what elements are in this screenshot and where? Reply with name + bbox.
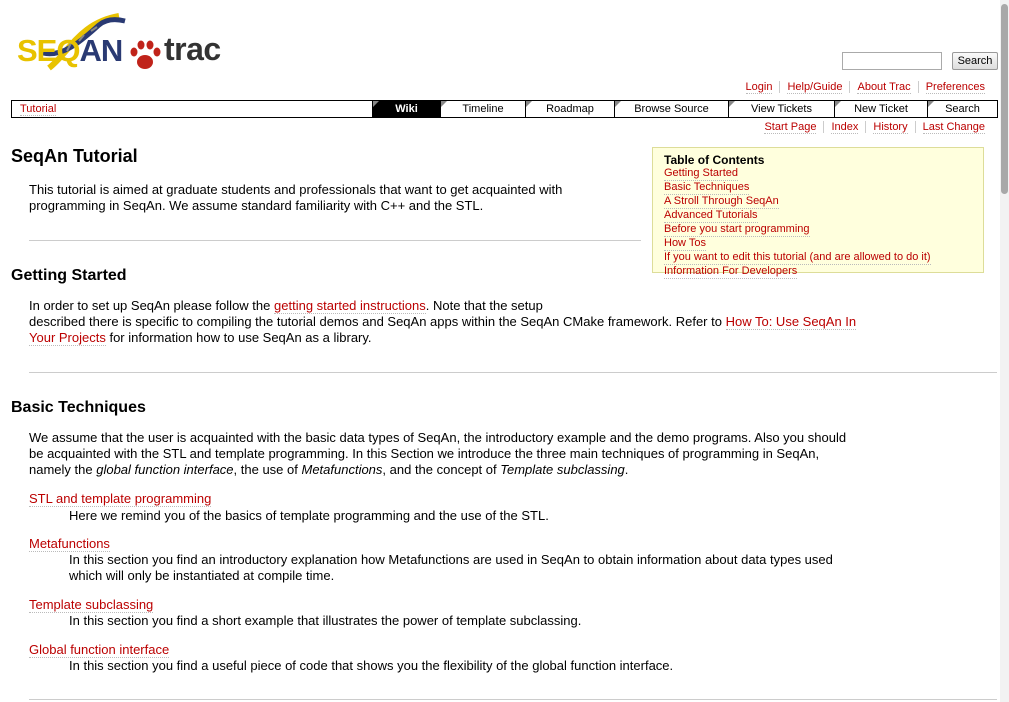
- page-title: SeqAn Tutorial: [11, 146, 138, 166]
- tab-view-tickets[interactable]: View Tickets: [728, 101, 834, 117]
- search-input[interactable]: [842, 52, 942, 70]
- toc-link-basic-techniques[interactable]: Basic Techniques: [664, 181, 750, 195]
- basic-techniques-line-1: We assume that the user is acquainted wi…: [29, 430, 847, 445]
- metafunctions-link[interactable]: Metafunctions: [29, 536, 110, 552]
- preferences-link[interactable]: Preferences: [925, 81, 985, 94]
- tab-new-ticket[interactable]: New Ticket: [834, 101, 927, 117]
- index-link[interactable]: Index: [831, 121, 859, 134]
- last-change-link[interactable]: Last Change: [922, 121, 985, 134]
- global-function-interface-desc: In this section you find a useful piece …: [69, 658, 674, 673]
- toc-link-getting-started[interactable]: Getting Started: [664, 167, 738, 181]
- history-link[interactable]: History: [873, 121, 908, 134]
- stl-template-desc: Here we remind you of the basics of temp…: [69, 508, 549, 523]
- getting-started-instructions-link[interactable]: getting started instructions: [274, 298, 426, 314]
- tab-timeline[interactable]: Timeline: [440, 101, 525, 117]
- toc-link-how-tos[interactable]: How Tos: [664, 237, 706, 251]
- template-subclassing-link[interactable]: Template subclassing: [29, 597, 154, 613]
- meta-nav: Login Help/Guide About Trac Preferences: [739, 81, 992, 94]
- basic-techniques-line-2: be acquainted with the STL and template …: [29, 446, 820, 461]
- toc-link-before-you-start[interactable]: Before you start programming: [664, 223, 810, 237]
- context-nav: Start Page Index History Last Change: [757, 121, 992, 134]
- toc-link-developers[interactable]: Information For Developers: [664, 265, 798, 279]
- toc-title: Table of Contents: [664, 153, 765, 167]
- basic-techniques-line-3: namely the global function interface, th…: [29, 462, 629, 477]
- breadcrumb-tutorial[interactable]: Tutorial: [20, 103, 57, 116]
- tab-roadmap[interactable]: Roadmap: [525, 101, 614, 117]
- toc-link-stroll[interactable]: A Stroll Through SeqAn: [664, 195, 779, 209]
- seqan-trac-logo[interactable]: SEQAN trac: [17, 13, 227, 73]
- toc-link-edit-tutorial[interactable]: If you want to edit this tutorial (and a…: [664, 251, 931, 265]
- login-link[interactable]: Login: [745, 81, 773, 94]
- your-projects-link[interactable]: Your Projects: [29, 330, 106, 346]
- logo-trac: trac: [164, 31, 221, 67]
- breadcrumb: Tutorial: [12, 101, 372, 117]
- search-button[interactable]: Search: [952, 52, 998, 70]
- template-subclassing-desc: In this section you find a short example…: [69, 613, 582, 628]
- getting-started-line-2: described there is specific to compiling…: [29, 314, 857, 330]
- divider: [29, 699, 997, 700]
- heading-basic-techniques: Basic Techniques: [11, 399, 146, 416]
- toc-link-advanced[interactable]: Advanced Tutorials: [664, 209, 758, 223]
- tab-wiki[interactable]: Wiki: [372, 101, 440, 117]
- about-trac-link[interactable]: About Trac: [857, 81, 911, 94]
- scrollbar-thumb[interactable]: [1001, 4, 1008, 194]
- metafunctions-desc-2: which will only be instantiated at compi…: [69, 568, 335, 583]
- divider: [29, 372, 997, 373]
- table-of-contents: Table of Contents Getting Started Basic …: [652, 147, 984, 279]
- global-function-interface-link[interactable]: Global function interface: [29, 642, 170, 658]
- metafunctions-desc-1: In this section you find an introductory…: [69, 552, 833, 567]
- start-page-link[interactable]: Start Page: [764, 121, 817, 134]
- getting-started-line-3: Your Projects for information how to use…: [29, 330, 372, 346]
- paw-icon: [130, 40, 161, 69]
- heading-getting-started: Getting Started: [11, 267, 127, 284]
- how-to-use-seqan-link[interactable]: How To: Use SeqAn In: [725, 314, 857, 330]
- divider: [29, 240, 641, 241]
- vertical-scrollbar[interactable]: [1000, 0, 1009, 702]
- tab-search[interactable]: Search: [927, 101, 997, 117]
- help-guide-link[interactable]: Help/Guide: [787, 81, 843, 94]
- tab-browse-source[interactable]: Browse Source: [614, 101, 728, 117]
- intro-text: This tutorial is aimed at graduate stude…: [29, 182, 563, 213]
- stl-template-link[interactable]: STL and template programming: [29, 491, 212, 507]
- logo-seqan: SEQAN: [17, 33, 123, 68]
- main-nav: Tutorial Wiki Timeline Roadmap Browse So…: [11, 100, 998, 118]
- getting-started-line-1: In order to set up SeqAn please follow t…: [29, 298, 543, 314]
